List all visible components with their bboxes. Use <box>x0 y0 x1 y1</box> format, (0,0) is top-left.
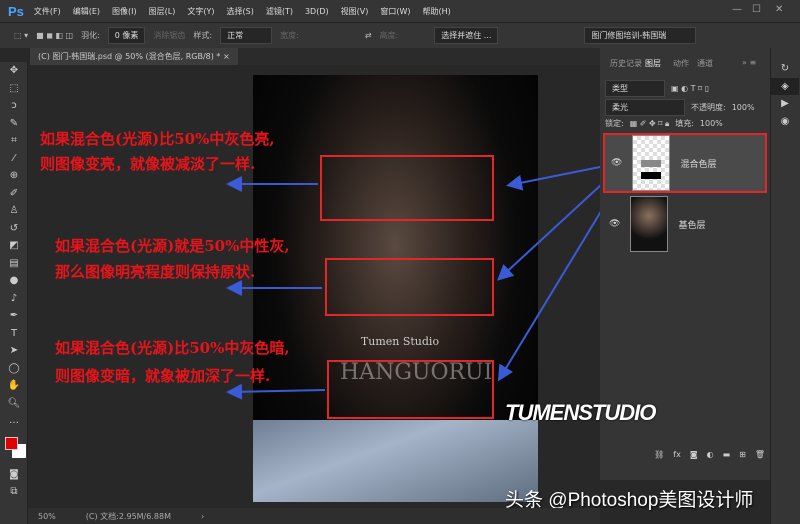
link-icon[interactable]: ⛓ <box>654 450 664 459</box>
visibility-eye-icon[interactable]: 👁︎ <box>609 219 620 229</box>
panel-icon-strip: ↻ ◈ ▶ ◉ <box>770 48 800 524</box>
tab-actions[interactable]: 动作 <box>673 58 689 69</box>
adjustment-icon[interactable]: ◐ <box>707 450 714 459</box>
document-size: (C) 文档:2.95M/6.88M <box>85 511 171 521</box>
tumenstudio-logo: TUMENSTUDIO <box>505 400 656 425</box>
layer-blend[interactable]: 👁︎ 混合色层 <box>603 133 767 193</box>
layers-icon[interactable]: ◈ <box>771 77 799 95</box>
lock-label: 锁定: <box>605 119 624 128</box>
layer-actions: ⛓ fx ◙ ◐ ▬ ⊞ 🗑︎ <box>605 450 765 459</box>
tab-channels[interactable]: 通道 <box>697 58 713 69</box>
layer-name: 混合色层 <box>680 159 717 170</box>
fill-label: 填充: <box>675 119 694 128</box>
actions-play-icon[interactable]: ▶ <box>771 95 799 113</box>
folder-icon[interactable]: ▬ <box>723 450 731 459</box>
layer-thumbnail <box>630 196 669 252</box>
lock-icons[interactable]: ▦ ✐ ✥ ⌑ 🔒︎ <box>630 119 670 129</box>
tab-history[interactable]: 历史记录 <box>610 58 642 69</box>
layer-thumbnail <box>632 135 671 191</box>
filter-icons[interactable]: ▣ ◐ T ⌑ ▯ <box>671 84 709 93</box>
panel-menu-icon[interactable]: » ≡ <box>742 58 756 67</box>
opacity-label: 不透明度: <box>691 103 726 112</box>
layer-name: 基色层 <box>678 220 706 231</box>
status-bar: 50% (C) 文档:2.95M/6.88M › <box>28 508 600 524</box>
layer-base[interactable]: 👁︎ 基色层 <box>603 194 767 254</box>
blend-mode-select[interactable]: 柔光 <box>605 99 685 116</box>
layer-filter-select[interactable]: 类型 <box>605 80 665 97</box>
arrow-icon <box>226 383 326 400</box>
mask-icon[interactable]: ◙ <box>690 450 698 459</box>
visibility-eye-icon[interactable]: 👁︎ <box>611 158 622 168</box>
new-layer-icon[interactable]: ⊞ <box>739 450 746 459</box>
arrow-icon <box>506 164 611 191</box>
fill-input[interactable]: 100% <box>700 119 723 128</box>
zoom-level[interactable]: 50% <box>38 512 56 521</box>
arrow-icon <box>497 171 616 281</box>
channels-icon[interactable]: ◉ <box>771 113 799 131</box>
opacity-input[interactable]: 100% <box>732 103 755 112</box>
fx-icon[interactable]: fx <box>673 450 681 459</box>
history-icon[interactable]: ↻ <box>771 60 799 78</box>
tab-layers[interactable]: 图层 <box>645 58 661 69</box>
trash-icon[interactable]: 🗑︎ <box>755 450 765 459</box>
status-expand-icon[interactable]: › <box>201 512 204 521</box>
